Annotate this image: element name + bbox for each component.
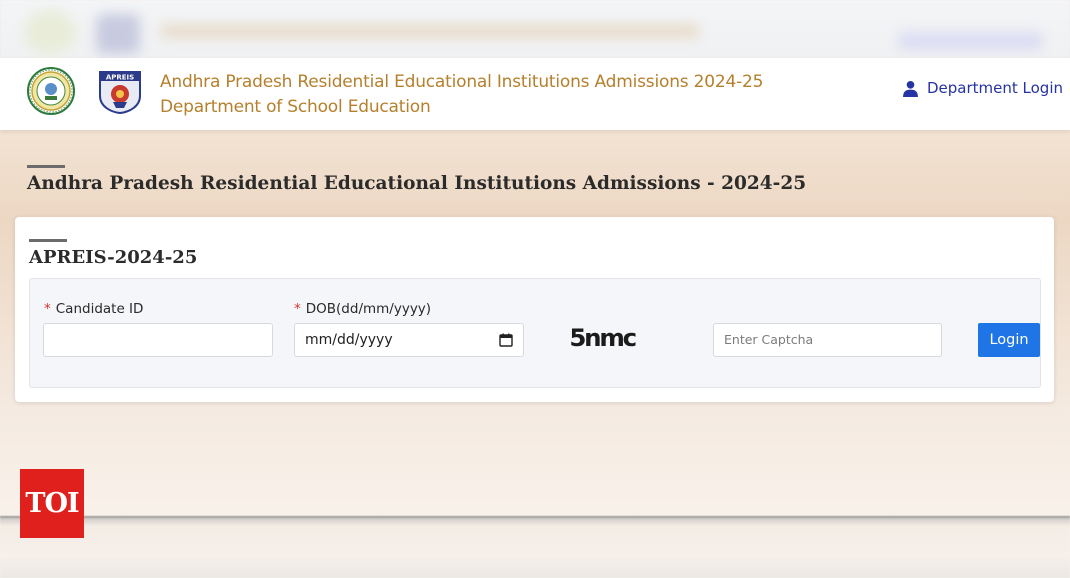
department-login-label: Department Login bbox=[927, 79, 1064, 97]
svg-text:APREIS: APREIS bbox=[106, 74, 134, 82]
card-accent-bar bbox=[29, 239, 67, 242]
login-card: APREIS-2024-25 * Candidate ID * DOB(dd/mm/… bbox=[15, 217, 1054, 402]
required-marker: * bbox=[44, 301, 51, 317]
captcha-input[interactable] bbox=[713, 323, 942, 357]
blurred-logo bbox=[96, 14, 140, 54]
user-icon bbox=[903, 80, 918, 97]
site-header: APREIS Andhra Pradesh Residential Educat… bbox=[0, 58, 1070, 130]
blurred-top-band bbox=[0, 0, 1070, 58]
candidate-id-label-text: Candidate ID bbox=[55, 301, 144, 317]
dob-input[interactable]: mm/dd/yyyy bbox=[294, 323, 524, 357]
dob-label-text: DOB(dd/mm/yyyy) bbox=[305, 301, 432, 317]
blurred-bottom-band bbox=[0, 516, 1070, 578]
blurred-title bbox=[160, 24, 700, 38]
candidate-id-label: * Candidate ID bbox=[44, 301, 143, 317]
heading-accent-bar bbox=[27, 165, 65, 168]
blurred-logo bbox=[24, 10, 76, 54]
ap-emblem-logo bbox=[27, 67, 75, 115]
blurred-link bbox=[898, 32, 1043, 50]
header-title: Andhra Pradesh Residential Educational I… bbox=[160, 70, 763, 120]
apreis-logo: APREIS bbox=[99, 71, 141, 114]
calendar-icon[interactable] bbox=[499, 333, 513, 347]
header-title-line2: Department of School Education bbox=[160, 97, 431, 117]
required-marker: * bbox=[294, 301, 301, 317]
dob-label: * DOB(dd/mm/yyyy) bbox=[294, 301, 431, 317]
captcha-image: 5nmc bbox=[569, 324, 637, 352]
toi-watermark: TOI bbox=[20, 469, 84, 538]
card-title: APREIS-2024-25 bbox=[29, 247, 198, 268]
dob-input-value: mm/dd/yyyy bbox=[305, 332, 393, 348]
department-login-link[interactable]: Department Login bbox=[902, 79, 1063, 97]
login-form: * Candidate ID * DOB(dd/mm/yyyy) mm/dd/yyy… bbox=[29, 278, 1041, 388]
header-title-line1: Andhra Pradesh Residential Educational I… bbox=[160, 72, 764, 92]
login-button[interactable]: Login bbox=[978, 323, 1040, 357]
page-heading: Andhra Pradesh Residential Educational I… bbox=[27, 173, 807, 194]
candidate-id-input[interactable] bbox=[43, 323, 273, 357]
